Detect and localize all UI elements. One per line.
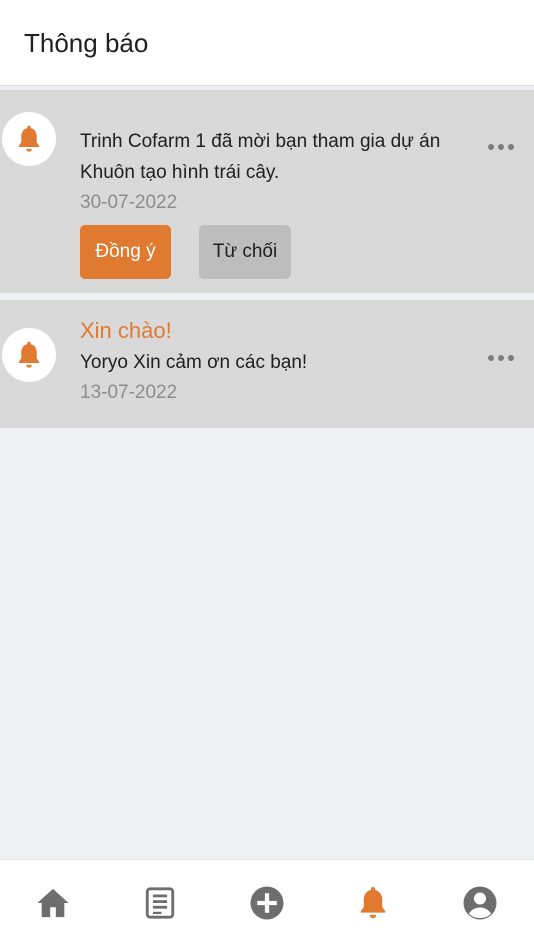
bell-icon xyxy=(360,886,386,919)
app-header: Thông báo xyxy=(0,0,534,86)
home-icon xyxy=(37,888,69,918)
page-title: Thông báo xyxy=(24,28,149,58)
decline-button[interactable]: Từ chối xyxy=(199,225,291,279)
more-horizontal-icon[interactable] xyxy=(488,144,514,150)
tab-notifications[interactable] xyxy=(352,882,394,924)
tab-profile[interactable] xyxy=(459,882,501,924)
notification-date: 13-07-2022 xyxy=(80,382,178,403)
more-horizontal-icon[interactable] xyxy=(488,355,514,361)
notification-avatar xyxy=(2,112,56,166)
add-circle-icon xyxy=(250,886,284,920)
tab-add[interactable] xyxy=(246,882,288,924)
user-circle-icon xyxy=(463,886,497,920)
notification-message: Yoryo Xin cảm ơn các bạn! xyxy=(80,352,308,373)
document-icon xyxy=(145,887,175,919)
notification-item[interactable]: Trinh Cofarm 1 đã mời bạn tham gia dự án… xyxy=(0,90,534,293)
notification-item[interactable]: Xin chào! Yoryo Xin cảm ơn các bạn! 13-0… xyxy=(0,300,534,428)
accept-button[interactable]: Đồng ý xyxy=(80,225,171,279)
notification-message: Trinh Cofarm 1 đã mời bạn tham gia dự án… xyxy=(80,131,441,183)
bell-icon xyxy=(18,341,40,368)
notification-date: 30-07-2022 xyxy=(80,192,178,213)
bell-icon xyxy=(18,125,40,152)
bottom-navigation xyxy=(0,859,534,950)
tab-documents[interactable] xyxy=(139,882,181,924)
notification-avatar xyxy=(2,328,56,382)
notification-heading: Xin chào! xyxy=(80,318,172,343)
tab-home[interactable] xyxy=(32,882,74,924)
